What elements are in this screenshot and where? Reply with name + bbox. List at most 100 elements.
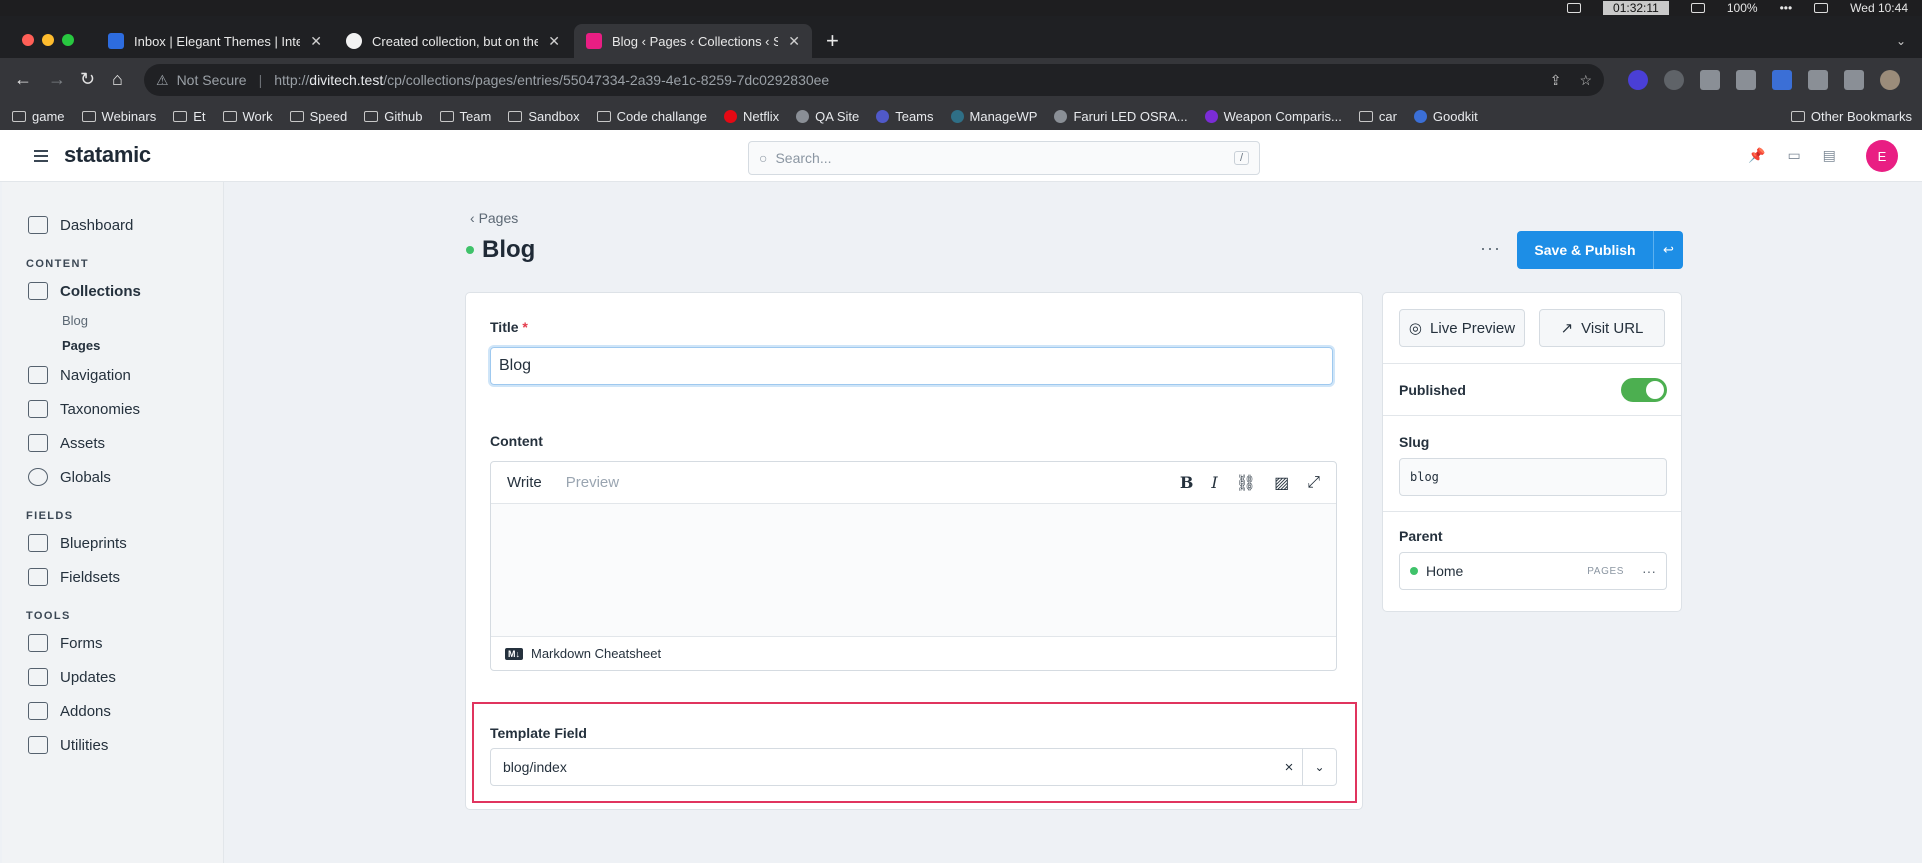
control-center-icon[interactable] bbox=[1814, 3, 1829, 13]
slug-input[interactable]: blog bbox=[1399, 458, 1667, 496]
bookmark-label: Faruri LED OSRA... bbox=[1073, 108, 1188, 124]
bookmark-item[interactable]: car bbox=[1358, 109, 1397, 124]
bookmark-item[interactable]: Work bbox=[222, 109, 273, 124]
chevron-down-icon[interactable]: ⌄ bbox=[1302, 749, 1336, 785]
bookmark-item[interactable]: ManageWP bbox=[950, 109, 1037, 124]
sidebar-item-assets[interactable]: Assets bbox=[2, 426, 223, 460]
table-extension-icon[interactable] bbox=[1700, 70, 1720, 90]
parent-options-icon[interactable]: ··· bbox=[1642, 563, 1656, 579]
browser-tab-github[interactable]: Created collection, but on the ✕ bbox=[334, 24, 572, 58]
home-icon[interactable]: ⌂ bbox=[112, 68, 123, 90]
battery-percent[interactable]: 100% bbox=[1727, 1, 1758, 15]
browser-menu-icon[interactable]: ⋮ bbox=[1916, 70, 1922, 90]
url-bar[interactable]: ⚠ Not Secure | http://divitech.test/cp/c… bbox=[144, 64, 1604, 96]
sidebar-item-globals[interactable]: Globals bbox=[2, 460, 223, 494]
clear-selection-icon[interactable]: × bbox=[1276, 759, 1302, 776]
sidebar-item-updates[interactable]: Updates bbox=[2, 660, 223, 694]
bookmark-star-icon[interactable]: ☆ bbox=[1579, 72, 1592, 89]
sidebar-item-dashboard[interactable]: Dashboard bbox=[2, 208, 223, 242]
puzzle-icon[interactable] bbox=[1808, 70, 1828, 90]
sidebar-item-navigation[interactable]: Navigation bbox=[2, 358, 223, 392]
menubar-clock[interactable]: Wed 10:44 bbox=[1850, 1, 1908, 15]
close-tab-icon[interactable]: ✕ bbox=[788, 33, 800, 50]
more-actions-icon[interactable]: ··· bbox=[1480, 238, 1501, 259]
live-preview-button[interactable]: ◎ Live Preview bbox=[1399, 309, 1525, 347]
sidebar-subitem-blog[interactable]: Blog bbox=[2, 308, 223, 333]
download-icon[interactable] bbox=[1690, 3, 1705, 13]
counter-extension-icon[interactable] bbox=[1772, 70, 1792, 90]
breadcrumb[interactable]: ‹ Pages bbox=[470, 210, 518, 226]
bookmark-item[interactable]: Code challange bbox=[596, 108, 708, 124]
other-bookmarks[interactable]: Other Bookmarks bbox=[1790, 109, 1912, 124]
forward-arrow-icon[interactable]: → bbox=[48, 68, 66, 90]
sidebar-item-forms[interactable]: Forms bbox=[2, 626, 223, 660]
user-avatar[interactable]: E bbox=[1866, 140, 1898, 172]
bookmark-label: Code challange bbox=[616, 108, 708, 124]
bookmark-item[interactable]: Sandbox bbox=[508, 109, 580, 124]
zoom-window-button[interactable] bbox=[62, 34, 74, 46]
markdown-cheatsheet-link[interactable]: Markdown Cheatsheet bbox=[531, 646, 661, 661]
bookmark-item[interactable]: Netflix bbox=[724, 109, 779, 124]
minimize-window-button[interactable] bbox=[42, 34, 54, 46]
tab-search-chevron-icon[interactable]: ⌄ bbox=[1896, 34, 1906, 48]
sidebar-item-taxonomies[interactable]: Taxonomies bbox=[2, 392, 223, 426]
folder-icon bbox=[439, 110, 454, 122]
link-icon[interactable]: ⛓ bbox=[1236, 473, 1256, 493]
bookmark-item[interactable]: Github bbox=[364, 109, 423, 124]
bookmark-item[interactable]: Webinars bbox=[81, 109, 156, 124]
browser-tab-inbox[interactable]: Inbox | Elegant Themes | Interc ✕ bbox=[96, 24, 334, 58]
new-tab-button[interactable]: + bbox=[826, 30, 839, 52]
bookmark-item[interactable]: Team bbox=[439, 109, 491, 124]
bold-icon[interactable]: B bbox=[1180, 473, 1194, 492]
fullscreen-icon[interactable]: ⤢ bbox=[1307, 474, 1320, 492]
robot-extension-icon[interactable] bbox=[1736, 70, 1756, 90]
image-icon[interactable]: ▨ bbox=[1274, 473, 1289, 493]
template-select[interactable]: blog/index × ⌄ bbox=[490, 748, 1337, 786]
reload-icon[interactable]: ↻ bbox=[80, 68, 95, 90]
bookmark-item[interactable]: Faruri LED OSRA... bbox=[1054, 108, 1188, 124]
sidebar-item-utilities[interactable]: Utilities bbox=[2, 728, 223, 762]
close-window-button[interactable] bbox=[22, 34, 34, 46]
close-tab-icon[interactable]: ✕ bbox=[310, 33, 322, 50]
global-search-input[interactable]: ○ Search... / bbox=[748, 141, 1260, 175]
save-publish-button[interactable]: Save & Publish ↩ bbox=[1517, 231, 1683, 269]
pin-icon[interactable]: 📌 bbox=[1748, 147, 1765, 164]
bookmark-item[interactable]: Speed bbox=[289, 109, 347, 124]
published-toggle[interactable] bbox=[1621, 378, 1667, 402]
extension-icon[interactable] bbox=[1628, 70, 1648, 90]
browser-tab-blog[interactable]: Blog ‹ Pages ‹ Collections ‹ St ✕ bbox=[574, 24, 812, 58]
book-icon[interactable]: ▭ bbox=[1787, 147, 1800, 164]
title-input[interactable]: Blog bbox=[490, 347, 1333, 385]
bookmark-item[interactable]: QA Site bbox=[796, 109, 859, 124]
sidebar-subitem-pages[interactable]: Pages bbox=[2, 333, 223, 358]
share-icon[interactable]: ⇪ bbox=[1550, 72, 1562, 89]
sidebar-item-fieldsets[interactable]: Fieldsets bbox=[2, 560, 223, 594]
statamic-logo[interactable]: statamic bbox=[64, 142, 151, 168]
bookmark-item[interactable]: Et bbox=[173, 109, 206, 124]
markdown-textarea[interactable] bbox=[491, 504, 1336, 636]
hamburger-menu-icon[interactable] bbox=[34, 150, 48, 165]
back-arrow-icon[interactable]: ← bbox=[14, 68, 32, 90]
timer-readout[interactable]: 01:32:11 bbox=[1603, 1, 1669, 15]
tab-write[interactable]: Write bbox=[507, 474, 542, 491]
section-heading-tools: TOOLS bbox=[26, 610, 71, 622]
italic-icon[interactable]: I bbox=[1211, 473, 1217, 492]
vpn-icon[interactable] bbox=[1567, 3, 1582, 13]
bookmark-item[interactable]: Teams bbox=[876, 109, 934, 124]
visit-url-button[interactable]: ↗ Visit URL bbox=[1539, 309, 1665, 347]
sidebar-item-addons[interactable]: Addons bbox=[2, 694, 223, 728]
publish-options-icon[interactable]: ↩ bbox=[1653, 231, 1683, 269]
bookmark-item[interactable]: game bbox=[12, 109, 65, 124]
tab-preview[interactable]: Preview bbox=[566, 474, 619, 491]
bookmark-item[interactable]: Goodkit bbox=[1413, 109, 1478, 124]
close-tab-icon[interactable]: ✕ bbox=[548, 33, 560, 50]
bookmark-item[interactable]: Weapon Comparis... bbox=[1204, 109, 1342, 124]
parent-selector[interactable]: Home PAGES ··· bbox=[1399, 552, 1667, 590]
grammarly-icon[interactable] bbox=[1664, 70, 1684, 90]
sidebar-item-collections[interactable]: Collections bbox=[2, 274, 223, 308]
sidebar-toggle-icon[interactable] bbox=[1844, 70, 1864, 90]
menubar-more-icon[interactable]: ••• bbox=[1780, 1, 1793, 15]
sidebar-item-blueprints[interactable]: Blueprints bbox=[2, 526, 223, 560]
profile-avatar-icon[interactable] bbox=[1880, 70, 1900, 90]
site-icon[interactable]: ▤ bbox=[1823, 147, 1836, 164]
